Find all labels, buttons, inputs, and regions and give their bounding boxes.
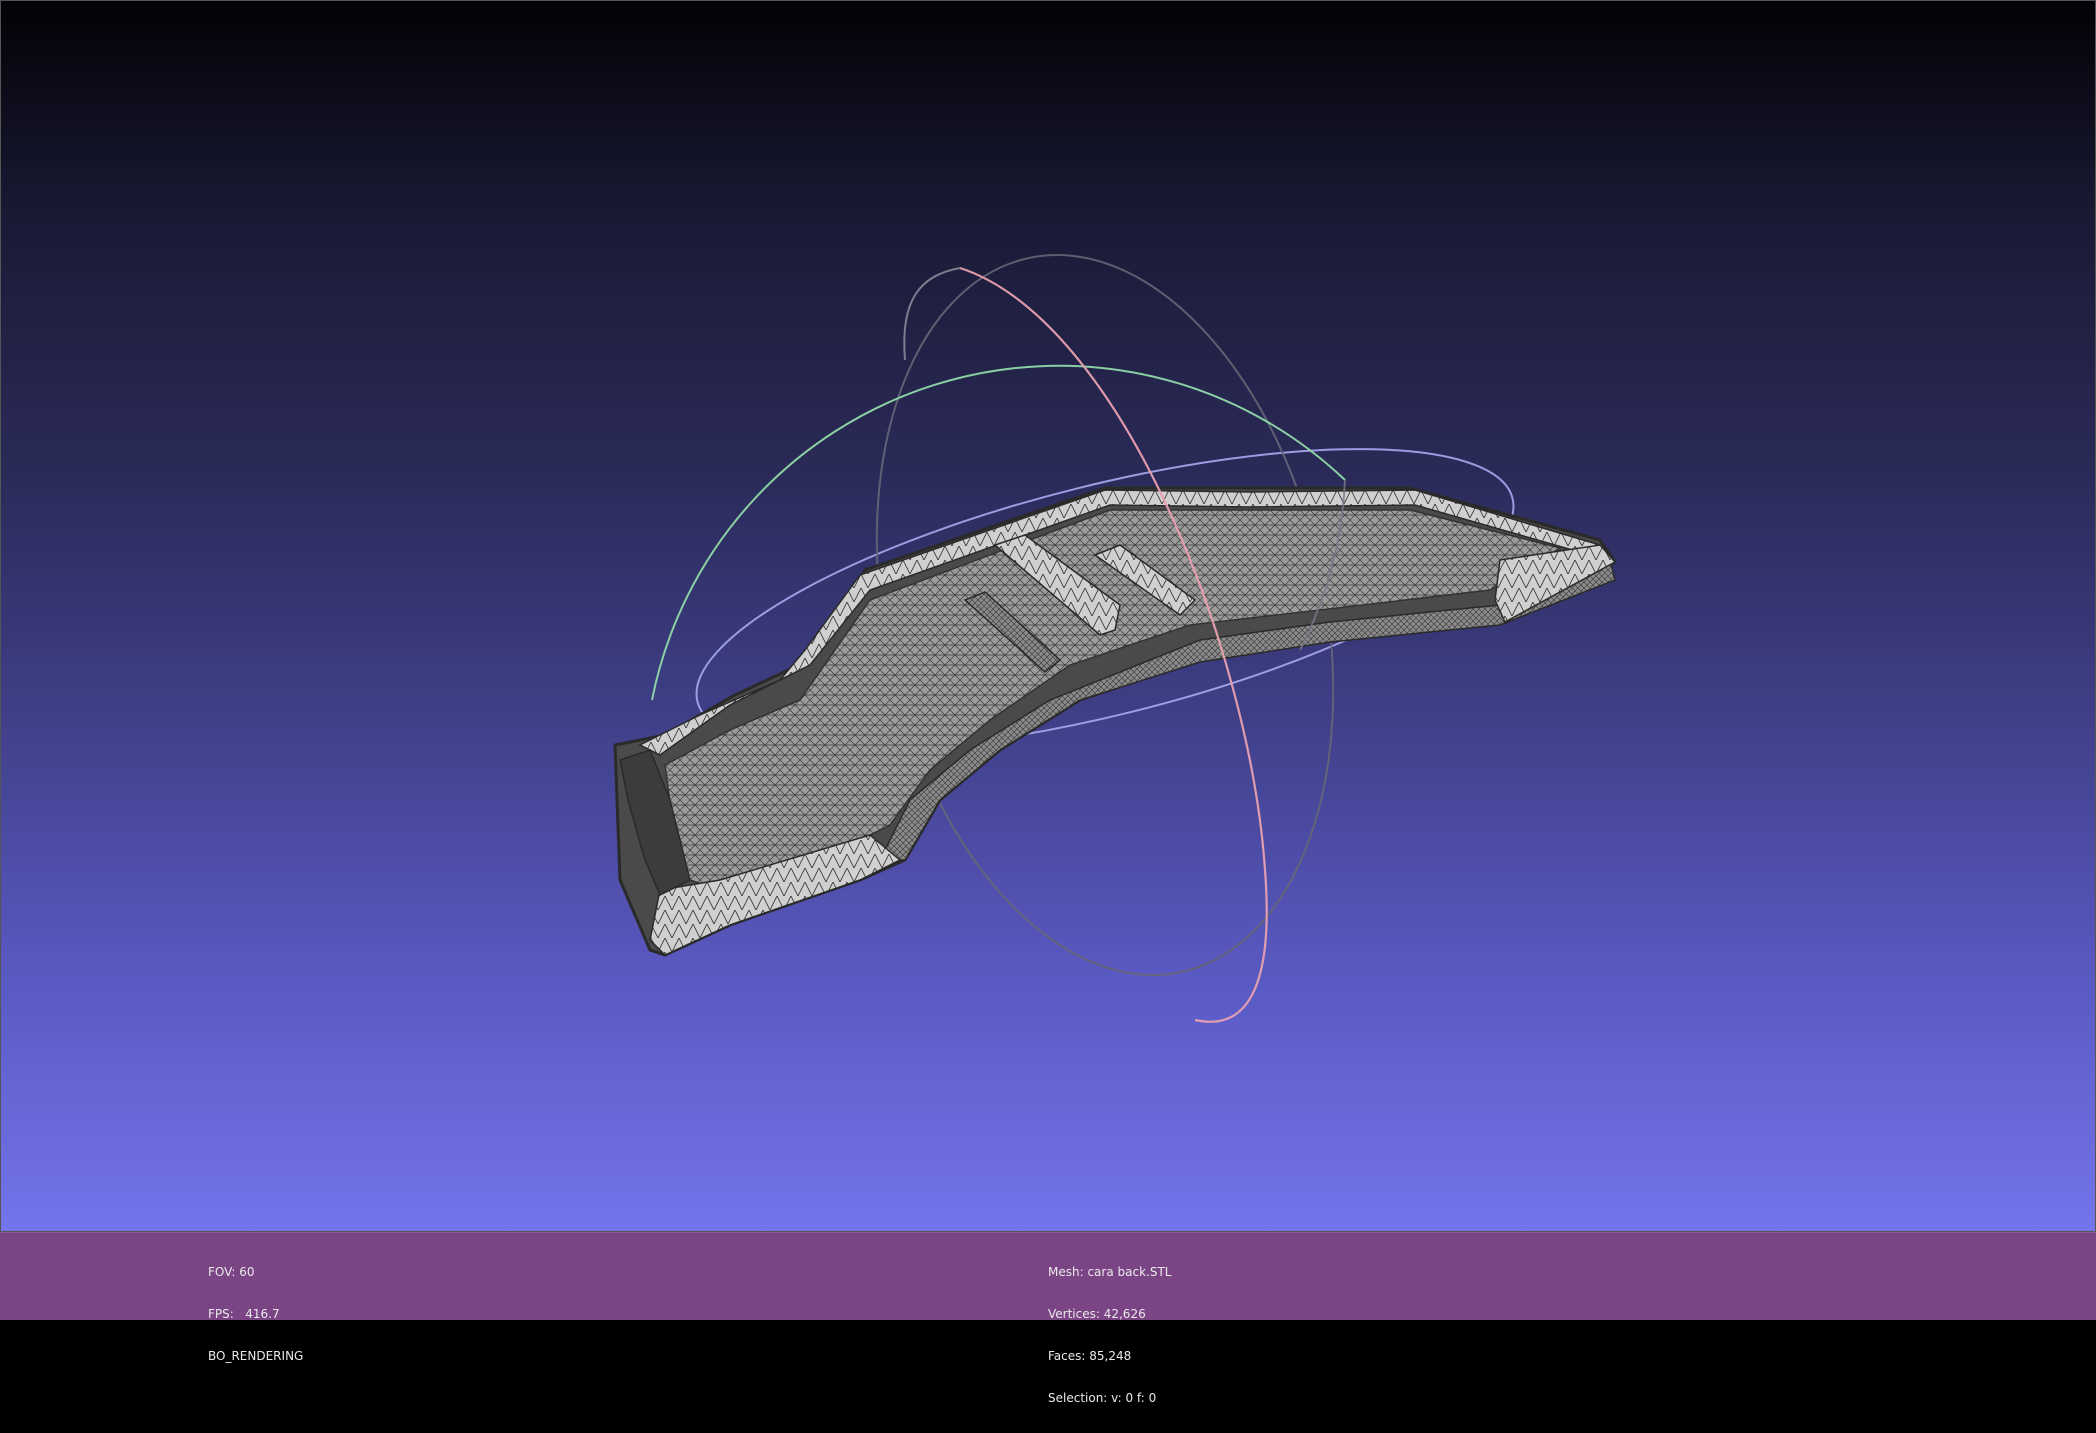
mesh-info: Mesh: cara back.STL Vertices: 42,626 Fac…	[1048, 1237, 1171, 1433]
selection-label: Selection: v: 0 f: 0	[1048, 1391, 1157, 1405]
status-bar: FOV: 60 FPS: 416.7 BO_RENDERING Mesh: ca…	[0, 1232, 2096, 1405]
vertices-label: Vertices: 42,626	[1048, 1307, 1146, 1321]
fps-label: FPS: 416.7	[208, 1307, 280, 1321]
fov-label: FOV: 60	[208, 1265, 255, 1279]
3d-viewport[interactable]	[0, 0, 2096, 1232]
render-mode-label: BO_RENDERING	[208, 1349, 304, 1363]
mesh-model[interactable]	[613, 486, 1618, 957]
faces-label: Faces: 85,248	[1048, 1349, 1132, 1363]
scene-canvas[interactable]	[0, 0, 2096, 1232]
render-info: FOV: 60 FPS: 416.7 BO_RENDERING	[208, 1237, 303, 1391]
mesh-name-label: Mesh: cara back.STL	[1048, 1265, 1172, 1279]
